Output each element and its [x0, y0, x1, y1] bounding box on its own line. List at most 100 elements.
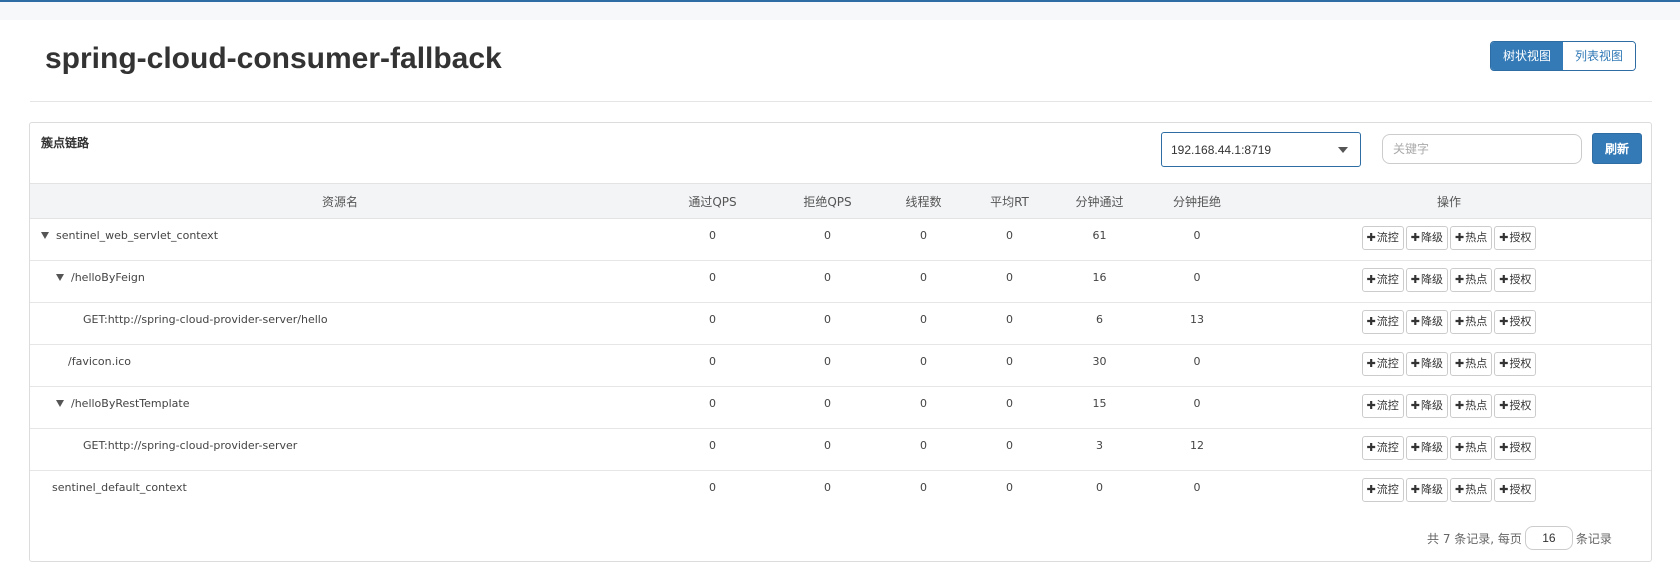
- avg-rt-cell: 0: [967, 302, 1052, 345]
- minute-block-cell: 13: [1147, 302, 1247, 345]
- plus-icon: ✚: [1499, 483, 1509, 496]
- hotspot-button[interactable]: ✚热点: [1450, 478, 1493, 502]
- table-row: /favicon.ico 0 0 0 0 30 0 ✚流控 ✚降级 ✚热点 ✚授权: [30, 344, 1651, 387]
- button-label: 降级: [1421, 483, 1443, 496]
- expand-toggle-icon[interactable]: [41, 231, 49, 239]
- thread-count-cell: 0: [880, 302, 967, 345]
- plus-icon: ✚: [1499, 357, 1509, 370]
- minute-block-cell: 0: [1193, 481, 1201, 494]
- authority-button[interactable]: ✚授权: [1494, 394, 1537, 418]
- thread-count-cell: 0: [880, 386, 967, 429]
- button-label: 授权: [1509, 399, 1532, 412]
- button-label: 热点: [1465, 483, 1488, 496]
- list-view-button[interactable]: 列表视图: [1563, 42, 1636, 70]
- button-label: 热点: [1465, 441, 1488, 454]
- degrade-button[interactable]: ✚降级: [1405, 226, 1448, 250]
- plus-icon: ✚: [1410, 441, 1420, 454]
- thread-count-cell: 0: [880, 260, 967, 303]
- chevron-down-icon: [1338, 147, 1348, 153]
- degrade-button[interactable]: ✚降级: [1405, 352, 1448, 376]
- pass-qps-cell: 0: [709, 481, 716, 494]
- button-label: 降级: [1421, 273, 1443, 286]
- page-size-input[interactable]: [1524, 526, 1573, 550]
- tree-view-button[interactable]: 树状视图: [1491, 42, 1564, 70]
- button-label: 降级: [1421, 399, 1443, 412]
- hotspot-button[interactable]: ✚热点: [1450, 268, 1493, 292]
- thread-count-cell: 0: [880, 218, 967, 261]
- plus-icon: ✚: [1410, 315, 1420, 328]
- machine-select-value: 192.168.44.1:8719: [1171, 143, 1272, 157]
- operations-cell: ✚流控 ✚降级 ✚热点 ✚授权: [1247, 218, 1651, 261]
- button-label: 授权: [1509, 483, 1532, 496]
- button-label: 授权: [1509, 315, 1532, 328]
- button-label: 热点: [1465, 357, 1488, 370]
- avg-rt-cell: 0: [967, 344, 1052, 387]
- header-block-qps: 拒绝QPS: [775, 183, 880, 219]
- degrade-button[interactable]: ✚降级: [1405, 436, 1448, 460]
- plus-icon: ✚: [1366, 357, 1376, 370]
- flow-control-button[interactable]: ✚流控: [1361, 268, 1404, 292]
- operations-cell: ✚流控 ✚降级 ✚热点 ✚授权: [1247, 344, 1651, 387]
- degrade-button[interactable]: ✚降级: [1405, 394, 1448, 418]
- machine-select[interactable]: 192.168.44.1:8719: [1161, 132, 1361, 167]
- keyword-search-input[interactable]: [1382, 134, 1582, 164]
- authority-button[interactable]: ✚授权: [1494, 478, 1537, 502]
- resource-name: sentinel_web_servlet_context: [56, 229, 219, 242]
- expand-toggle-icon[interactable]: [56, 273, 64, 281]
- plus-icon: ✚: [1455, 441, 1465, 454]
- flow-control-button[interactable]: ✚流控: [1361, 310, 1404, 334]
- hotspot-button[interactable]: ✚热点: [1450, 352, 1493, 376]
- authority-button[interactable]: ✚授权: [1494, 226, 1537, 250]
- operations-cell: ✚流控 ✚降级 ✚热点 ✚授权: [1247, 260, 1651, 303]
- table-header-row: 资源名 通过QPS 拒绝QPS 线程数 平均RT 分钟通过 分钟拒绝 操作: [30, 183, 1651, 219]
- flow-control-button[interactable]: ✚流控: [1361, 352, 1404, 376]
- resource-name-cell: /helloByRestTemplate: [30, 386, 650, 429]
- hotspot-button[interactable]: ✚热点: [1450, 310, 1493, 334]
- block-qps-cell: 0: [775, 344, 880, 387]
- flow-control-button[interactable]: ✚流控: [1361, 436, 1404, 460]
- authority-button[interactable]: ✚授权: [1494, 436, 1537, 460]
- operations-cell: ✚流控 ✚降级 ✚热点 ✚授权: [1247, 386, 1651, 429]
- authority-button[interactable]: ✚授权: [1494, 310, 1537, 334]
- refresh-button[interactable]: 刷新: [1592, 133, 1642, 164]
- resource-name-cell: GET:http://spring-cloud-provider-server/…: [30, 302, 650, 345]
- flow-control-button[interactable]: ✚流控: [1361, 394, 1404, 418]
- minute-pass-cell: 61: [1052, 218, 1147, 261]
- flow-control-button[interactable]: ✚流控: [1361, 226, 1404, 250]
- thread-count-cell: 0: [880, 428, 967, 471]
- flow-control-button[interactable]: ✚流控: [1361, 478, 1404, 502]
- thread-count-cell: 0: [920, 481, 927, 494]
- authority-button[interactable]: ✚授权: [1494, 268, 1537, 292]
- degrade-button[interactable]: ✚降级: [1405, 478, 1448, 502]
- pass-qps-cell: 0: [650, 218, 775, 261]
- resource-name: GET:http://spring-cloud-provider-server/…: [83, 313, 328, 326]
- button-label: 热点: [1465, 399, 1488, 412]
- minute-pass-cell: 16: [1052, 260, 1147, 303]
- button-label: 授权: [1509, 357, 1532, 370]
- hotspot-button[interactable]: ✚热点: [1450, 394, 1493, 418]
- resource-table: 资源名 通过QPS 拒绝QPS 线程数 平均RT 分钟通过 分钟拒绝 操作 sentinel_…: [30, 183, 1651, 513]
- plus-icon: ✚: [1410, 483, 1420, 496]
- resource-name: /favicon.ico: [68, 355, 131, 368]
- resource-name-cell: sentinel_default_context: [30, 471, 650, 513]
- pass-qps-cell: 0: [650, 386, 775, 429]
- plus-icon: ✚: [1455, 273, 1465, 286]
- plus-icon: ✚: [1410, 399, 1420, 412]
- resource-name: /helloByRestTemplate: [71, 397, 190, 410]
- degrade-button[interactable]: ✚降级: [1405, 310, 1448, 334]
- hotspot-button[interactable]: ✚热点: [1450, 226, 1493, 250]
- plus-icon: ✚: [1366, 231, 1376, 244]
- authority-button[interactable]: ✚授权: [1494, 352, 1537, 376]
- plus-icon: ✚: [1366, 273, 1376, 286]
- header-divider: [30, 101, 1652, 102]
- pass-qps-cell: 0: [650, 428, 775, 471]
- plus-icon: ✚: [1455, 231, 1465, 244]
- block-qps-cell: 0: [775, 386, 880, 429]
- header-pass-qps: 通过QPS: [650, 183, 775, 219]
- button-label: 授权: [1509, 441, 1532, 454]
- minute-pass-cell: 30: [1052, 344, 1147, 387]
- expand-toggle-icon[interactable]: [56, 399, 64, 407]
- hotspot-button[interactable]: ✚热点: [1450, 436, 1493, 460]
- pass-qps-cell: 0: [650, 302, 775, 345]
- degrade-button[interactable]: ✚降级: [1405, 268, 1448, 292]
